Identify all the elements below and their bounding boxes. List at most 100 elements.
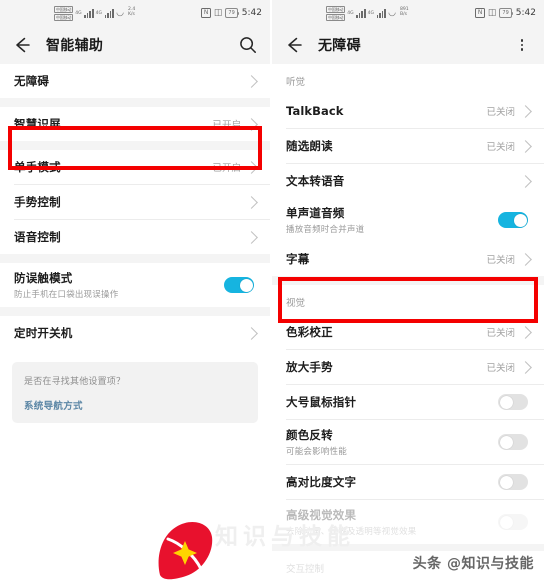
toggle-knob <box>513 213 527 227</box>
right-network-label-2: 4G <box>367 10 374 16</box>
right-phone-screen: 中国移动 中国移动 4G 4G ◡ 891 B/s N ◫ 79 5:42 无障… <box>272 0 544 581</box>
toggle-color-inversion[interactable] <box>498 434 528 450</box>
chevron-right-icon <box>245 160 258 174</box>
left-phone-screen: 中国移动 中国移动 4G 4G ◡ 2.4 K/s N ◫ 79 5:42 智能… <box>0 0 270 581</box>
list-item-smart-screen[interactable]: 智慧识屏 已开启 <box>0 107 270 141</box>
toggle-advanced-visual-effects[interactable] <box>498 514 528 530</box>
watermark-ghost-text: 知识与技能 <box>215 524 355 550</box>
net-speed-unit: K/s <box>127 12 135 17</box>
page-title: 无障碍 <box>318 38 361 54</box>
chevron-right-icon <box>519 325 532 339</box>
left-settings-list[interactable]: 无障碍 智慧识屏 已开启 单手模式 已开启 手势控制 语音控制 防误触模式 防止… <box>0 64 270 581</box>
wifi-icon: ◡ <box>388 7 396 18</box>
group-gap <box>0 98 270 107</box>
left-group-4: 防误触模式 防止手机在口袋出现误操作 <box>0 263 270 307</box>
list-item-value: 已关闭 <box>486 255 515 266</box>
list-item-title: 单手模式 <box>14 160 61 174</box>
right-status-right-icons: N ◫ 79 5:42 <box>475 8 536 18</box>
right-sim-indicators: 中国移动 中国移动 <box>326 5 346 21</box>
list-item-title: TalkBack <box>286 104 344 118</box>
list-item-text-to-speech[interactable]: 文本转语音 <box>272 164 544 198</box>
list-item-title: 单声道音频 <box>286 206 345 220</box>
chevron-right-icon <box>245 117 258 131</box>
page-title: 智能辅助 <box>46 38 104 54</box>
list-item-scheduled-power[interactable]: 定时开关机 <box>0 316 270 350</box>
list-item-captions[interactable]: 字幕 已关闭 <box>272 242 544 276</box>
signal-bars-icon-2 <box>376 8 387 18</box>
signal-bars-icon-2 <box>104 8 115 18</box>
more-vertical-icon[interactable] <box>512 35 532 55</box>
list-item-magnification-gesture[interactable]: 放大手势 已关闭 <box>272 350 544 384</box>
back-arrow-icon[interactable] <box>284 35 304 55</box>
list-item-pocket-mode[interactable]: 防误触模式 防止手机在口袋出现误操作 <box>0 263 270 307</box>
left-network-label-2: 4G <box>95 10 102 16</box>
status-clock: 5:42 <box>515 8 536 18</box>
list-item-value: 已开启 <box>212 163 241 174</box>
list-item-select-to-speak[interactable]: 随选朗读 已关闭 <box>272 129 544 163</box>
list-item-mono-audio[interactable]: 单声道音频 播放音频时合并声道 <box>272 198 544 242</box>
list-item-accessibility[interactable]: 无障碍 <box>0 64 270 98</box>
chevron-right-icon <box>245 195 258 209</box>
toggle-knob <box>499 395 513 409</box>
group-gap <box>272 276 544 285</box>
list-item-title: 放大手势 <box>286 360 333 374</box>
list-item-title: 字幕 <box>286 252 310 266</box>
list-item-value: 已开启 <box>212 120 241 131</box>
left-group-2: 智慧识屏 已开启 <box>0 107 270 141</box>
left-group-3: 单手模式 已开启 手势控制 语音控制 <box>0 150 270 254</box>
chevron-right-icon <box>519 360 532 374</box>
toggle-knob <box>239 278 253 292</box>
left-group-1: 无障碍 <box>0 64 270 98</box>
section-header-vision: 视觉 <box>272 285 544 315</box>
search-icon[interactable] <box>238 35 258 55</box>
right-network-label-1: 4G <box>347 10 354 16</box>
list-item-title: 大号鼠标指针 <box>286 395 357 409</box>
left-net-speed: 2.4 K/s <box>128 8 135 17</box>
help-card: 是否在寻找其他设置项？ 系统导航方式 <box>12 362 258 423</box>
list-item-value: 已关闭 <box>486 328 515 339</box>
watermark-text: 头条 @知识与技能 <box>412 556 534 572</box>
list-item-title: 文本转语音 <box>286 174 345 188</box>
list-item-color-inversion[interactable]: 颜色反转 可能会影响性能 <box>272 420 544 464</box>
list-item-voice-control[interactable]: 语音控制 <box>0 220 270 254</box>
list-item-one-hand-mode[interactable]: 单手模式 已开启 <box>0 150 270 184</box>
list-item-color-correction[interactable]: 色彩校正 已关闭 <box>272 315 544 349</box>
right-net-speed: 891 B/s <box>400 8 409 17</box>
nfc-icon: N <box>201 8 211 18</box>
list-item-gesture-control[interactable]: 手势控制 <box>0 185 270 219</box>
section-header-hearing: 听觉 <box>272 64 544 94</box>
toggle-mono-audio[interactable] <box>498 212 528 228</box>
chevron-right-icon <box>245 326 258 340</box>
toggle-pocket-mode[interactable] <box>224 277 254 293</box>
nfc-icon: N <box>475 8 485 18</box>
right-status-bar: 中国移动 中国移动 4G 4G ◡ 891 B/s N ◫ 79 5:42 <box>272 0 544 26</box>
left-group-5: 定时开关机 <box>0 316 270 350</box>
left-network-label-1: 4G <box>75 10 82 16</box>
left-app-bar: 智能辅助 <box>0 26 270 64</box>
toggle-large-pointer[interactable] <box>498 394 528 410</box>
toggle-knob <box>499 515 513 529</box>
list-item-title: 高对比度文字 <box>286 475 357 489</box>
list-item-value: 已关闭 <box>486 107 515 118</box>
right-app-bar: 无障碍 <box>272 26 544 64</box>
list-item-large-pointer[interactable]: 大号鼠标指针 <box>272 385 544 419</box>
list-item-title: 智慧识屏 <box>14 117 61 131</box>
back-arrow-icon[interactable] <box>12 35 32 55</box>
list-item-title: 语音控制 <box>14 230 61 244</box>
list-item-title: 色彩校正 <box>286 325 333 339</box>
list-item-high-contrast-text[interactable]: 高对比度文字 <box>272 465 544 499</box>
group-gap <box>0 141 270 150</box>
help-card-question: 是否在寻找其他设置项？ <box>24 377 126 387</box>
signal-bars-icon-1 <box>356 8 366 18</box>
list-item-value: 已关闭 <box>486 363 515 374</box>
list-item-talkback[interactable]: TalkBack 已关闭 <box>272 94 544 128</box>
group-gap <box>0 254 270 263</box>
right-group-hearing: TalkBack 已关闭 随选朗读 已关闭 文本转语音 单声道音频 播放音频时合… <box>272 94 544 276</box>
list-item-subtitle: 可能会影响性能 <box>286 447 347 457</box>
help-card-link-navigation[interactable]: 系统导航方式 <box>24 398 246 412</box>
vibrate-icon: ◫ <box>213 8 223 18</box>
right-settings-list[interactable]: 听觉 TalkBack 已关闭 随选朗读 已关闭 文本转语音 单声道音频 播放音… <box>272 64 544 581</box>
net-speed-unit: B/s <box>399 12 408 17</box>
toggle-high-contrast-text[interactable] <box>498 474 528 490</box>
carrier-badge-1: 中国移动 <box>54 5 74 13</box>
